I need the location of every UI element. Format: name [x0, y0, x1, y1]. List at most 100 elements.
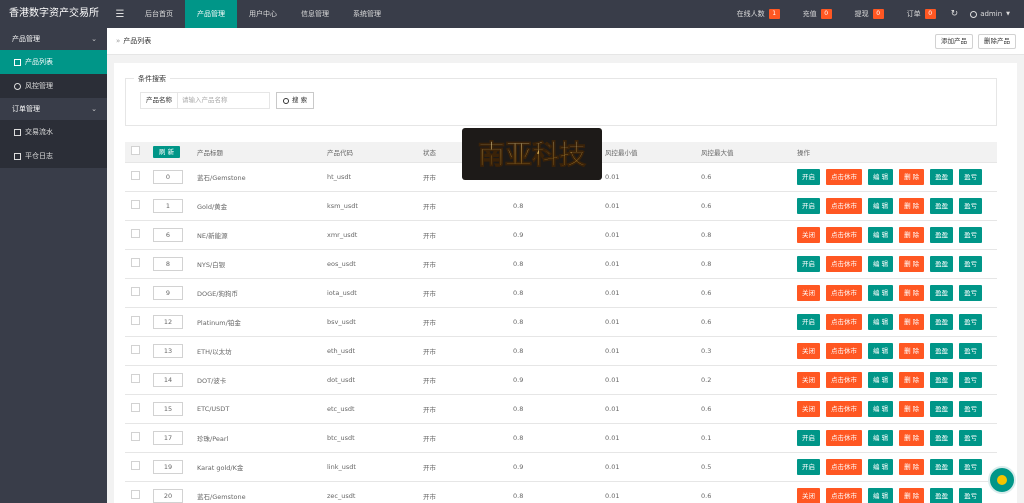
toggle-button[interactable]: 开启 [797, 458, 820, 475]
row-checkbox[interactable] [131, 171, 140, 180]
row-checkbox[interactable] [131, 461, 140, 470]
win-button[interactable]: 盈盈 [930, 284, 954, 301]
sidebar-item-0-1[interactable]: 风控管理 [0, 74, 107, 98]
row-checkbox[interactable] [131, 229, 140, 238]
lose-button[interactable]: 盈亏 [959, 197, 983, 214]
delete-button[interactable]: 删 除 [899, 458, 925, 475]
sort-input[interactable]: 9 [153, 285, 183, 300]
row-checkbox[interactable] [131, 490, 140, 499]
sort-input[interactable]: 12 [153, 314, 183, 329]
sort-input[interactable]: 15 [153, 401, 183, 416]
close-market-button[interactable]: 点击休市 [826, 313, 862, 330]
recharge-link[interactable]: 充值 0 [803, 9, 843, 19]
lose-button[interactable]: 盈亏 [959, 226, 983, 243]
nav-item-3[interactable]: 信息管理 [289, 0, 341, 28]
close-market-button[interactable]: 点击休市 [826, 371, 862, 388]
row-checkbox[interactable] [131, 432, 140, 441]
sidebar-item-1-0[interactable]: 交易流水 [0, 120, 107, 144]
sidebar-group-1[interactable]: 订单管理 ⌄ [0, 98, 107, 120]
search-input[interactable]: 请输入产品名称 [178, 92, 270, 109]
lose-button[interactable]: 盈亏 [959, 429, 983, 446]
lose-button[interactable]: 盈亏 [959, 342, 983, 359]
delete-button[interactable]: 删 除 [899, 197, 925, 214]
nav-item-2[interactable]: 用户中心 [237, 0, 289, 28]
edit-button[interactable]: 编 辑 [868, 168, 894, 185]
close-market-button[interactable]: 点击休市 [826, 284, 862, 301]
win-button[interactable]: 盈盈 [930, 197, 954, 214]
close-market-button[interactable]: 点击休市 [826, 342, 862, 359]
lose-button[interactable]: 盈亏 [959, 458, 983, 475]
close-market-button[interactable]: 点击休市 [826, 429, 862, 446]
edit-button[interactable]: 编 辑 [868, 226, 894, 243]
row-checkbox[interactable] [131, 374, 140, 383]
win-button[interactable]: 盈盈 [930, 487, 954, 503]
win-button[interactable]: 盈盈 [930, 168, 954, 185]
delete-button[interactable]: 删 除 [899, 342, 925, 359]
sidebar-item-1-1[interactable]: 平仓日志 [0, 144, 107, 168]
edit-button[interactable]: 编 辑 [868, 197, 894, 214]
delete-button[interactable]: 删 除 [899, 371, 925, 388]
add-product-button[interactable]: 添加产品 [935, 33, 973, 49]
sort-input[interactable]: 19 [153, 459, 183, 474]
sort-input[interactable]: 6 [153, 227, 183, 242]
delete-product-button[interactable]: 删除产品 [978, 33, 1016, 49]
lose-button[interactable]: 盈亏 [959, 313, 983, 330]
delete-button[interactable]: 删 除 [899, 487, 925, 503]
close-market-button[interactable]: 点击休市 [826, 226, 862, 243]
edit-button[interactable]: 编 辑 [868, 255, 894, 272]
toggle-button[interactable]: 关闭 [797, 226, 820, 243]
sort-input[interactable]: 13 [153, 343, 183, 358]
win-button[interactable]: 盈盈 [930, 400, 954, 417]
toggle-button[interactable]: 开启 [797, 197, 820, 214]
sort-input[interactable]: 17 [153, 430, 183, 445]
toggle-button[interactable]: 开启 [797, 313, 820, 330]
sort-input[interactable]: 14 [153, 372, 183, 387]
nav-item-1[interactable]: 产品管理 [185, 0, 237, 28]
refresh-icon[interactable]: ↻ [951, 9, 959, 19]
delete-button[interactable]: 删 除 [899, 313, 925, 330]
row-checkbox[interactable] [131, 287, 140, 296]
delete-button[interactable]: 删 除 [899, 255, 925, 272]
floating-chat-button[interactable] [988, 466, 1016, 494]
nav-item-4[interactable]: 系统管理 [341, 0, 393, 28]
online-users[interactable]: 在线人数 1 [737, 9, 791, 19]
win-button[interactable]: 盈盈 [930, 342, 954, 359]
lose-button[interactable]: 盈亏 [959, 371, 983, 388]
lose-button[interactable]: 盈亏 [959, 284, 983, 301]
sidebar-item-0-0[interactable]: 产品列表 [0, 50, 107, 74]
delete-button[interactable]: 删 除 [899, 168, 925, 185]
delete-button[interactable]: 删 除 [899, 429, 925, 446]
close-market-button[interactable]: 点击休市 [826, 168, 862, 185]
edit-button[interactable]: 编 辑 [868, 487, 894, 503]
win-button[interactable]: 盈盈 [930, 429, 954, 446]
delete-button[interactable]: 删 除 [899, 284, 925, 301]
refresh-button[interactable]: 刷 新 [153, 145, 181, 158]
order-link[interactable]: 订单 0 [907, 9, 947, 19]
toggle-button[interactable]: 关闭 [797, 342, 820, 359]
sort-input[interactable]: 8 [153, 256, 183, 271]
sort-input[interactable]: 0 [153, 169, 183, 184]
row-checkbox[interactable] [131, 403, 140, 412]
edit-button[interactable]: 编 辑 [868, 371, 894, 388]
user-menu[interactable]: admin ▼ [970, 10, 1010, 18]
row-checkbox[interactable] [131, 258, 140, 267]
win-button[interactable]: 盈盈 [930, 255, 954, 272]
sidebar-group-0[interactable]: 产品管理 ⌄ [0, 28, 107, 50]
search-button[interactable]: 搜 索 [276, 92, 315, 109]
row-checkbox[interactable] [131, 200, 140, 209]
win-button[interactable]: 盈盈 [930, 226, 954, 243]
edit-button[interactable]: 编 辑 [868, 313, 894, 330]
menu-toggle-icon[interactable]: ☰ [107, 9, 133, 20]
win-button[interactable]: 盈盈 [930, 458, 954, 475]
edit-button[interactable]: 编 辑 [868, 429, 894, 446]
close-market-button[interactable]: 点击休市 [826, 487, 862, 503]
sort-input[interactable]: 1 [153, 198, 183, 213]
sort-input[interactable]: 20 [153, 488, 183, 503]
edit-button[interactable]: 编 辑 [868, 284, 894, 301]
toggle-button[interactable]: 关闭 [797, 487, 820, 503]
edit-button[interactable]: 编 辑 [868, 342, 894, 359]
toggle-button[interactable]: 关闭 [797, 284, 820, 301]
close-market-button[interactable]: 点击休市 [826, 197, 862, 214]
withdraw-link[interactable]: 提现 0 [855, 9, 895, 19]
lose-button[interactable]: 盈亏 [959, 487, 983, 503]
